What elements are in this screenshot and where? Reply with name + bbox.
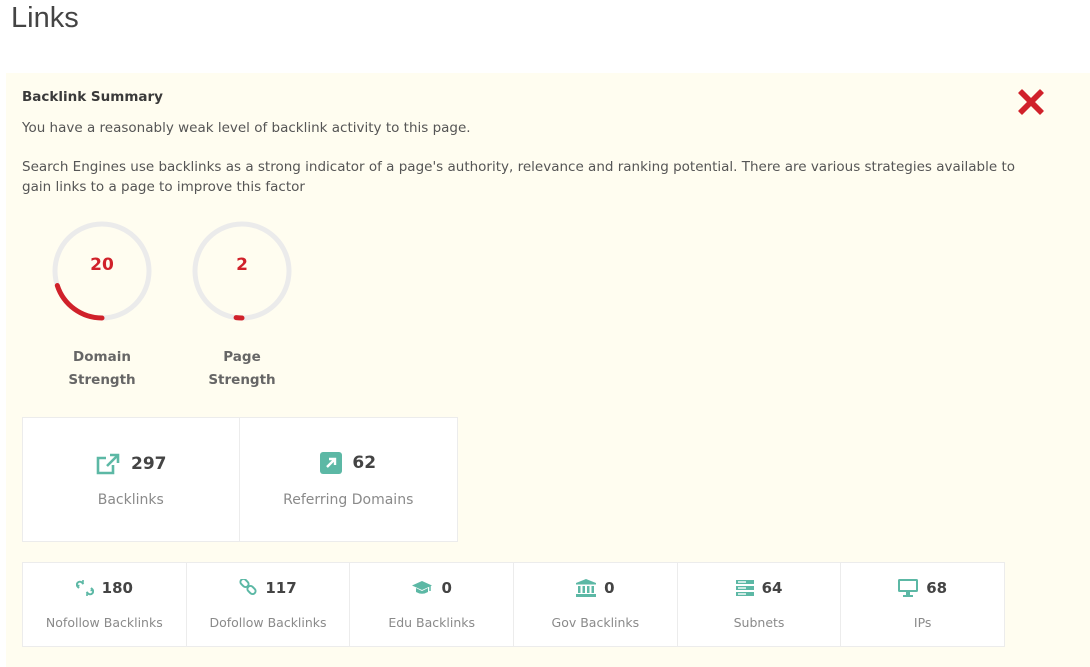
backlinks-label: Backlinks (97, 492, 164, 508)
stat-card-ips[interactable]: 68 IPs (841, 563, 1004, 646)
stat-card-nofollow[interactable]: 180 Nofollow Backlinks (23, 563, 187, 646)
stat-card-gov[interactable]: 0 Gov Backlinks (514, 563, 678, 646)
edu-count: 0 (441, 579, 452, 597)
dofollow-count: 117 (265, 579, 297, 597)
summary-title: Backlink Summary (22, 89, 163, 105)
summary-description: Search Engines use backlinks as a strong… (22, 159, 1015, 195)
ips-label: IPs (913, 615, 932, 630)
subnets-count: 64 (761, 579, 783, 597)
domain-strength-arc (54, 283, 105, 321)
page-strength-value: 2 (236, 255, 248, 275)
page-strength-label-line1: Page (223, 349, 261, 365)
domain-strength-label: Domain Strength (37, 346, 167, 392)
referring-domains-count: 62 (352, 453, 377, 473)
domain-strength-value: 20 (90, 255, 114, 275)
subnets-label: Subnets (733, 615, 785, 630)
stat-card-dofollow[interactable]: 117 Dofollow Backlinks (187, 563, 351, 646)
external-link-icon (95, 452, 121, 476)
bank-icon (576, 579, 597, 597)
primary-stats: 297 Backlinks 62 Referring Domains (22, 417, 458, 542)
stat-card-edu[interactable]: 0 Edu Backlinks (350, 563, 515, 646)
close-icon[interactable] (1013, 84, 1049, 120)
backlink-summary-panel: Backlink Summary You have a reasonably w… (6, 73, 1090, 667)
graduation-cap-icon (411, 580, 433, 596)
server-icon (735, 580, 754, 596)
ips-count: 68 (926, 579, 948, 597)
stat-card-backlinks[interactable]: 297 Backlinks (23, 418, 240, 541)
domain-strength-label-line2: Strength (68, 372, 136, 388)
nofollow-label: Nofollow Backlinks (45, 615, 163, 630)
stat-card-subnets[interactable]: 64 Subnets (678, 563, 842, 646)
edu-label: Edu Backlinks (388, 615, 476, 630)
monitor-icon (898, 579, 919, 597)
secondary-stats: 180 Nofollow Backlinks 117 Dofollow Back… (22, 562, 1005, 647)
dofollow-label: Dofollow Backlinks (209, 615, 327, 630)
domain-strength-gauge: 20 (50, 219, 154, 323)
nofollow-count: 180 (101, 579, 133, 597)
link-icon (239, 577, 257, 597)
page-title: Links (11, 2, 79, 34)
page-strength-label: Page Strength (177, 346, 307, 392)
gov-count: 0 (604, 579, 615, 597)
domain-strength-label-line1: Domain (73, 349, 131, 365)
backlinks-count: 297 (131, 454, 167, 474)
broken-link-icon (75, 579, 94, 597)
arrow-up-right-square-icon (320, 452, 343, 474)
referring-domains-label: Referring Domains (283, 492, 414, 508)
page-strength-label-line2: Strength (208, 372, 276, 388)
summary-status-text: You have a reasonably weak level of back… (22, 120, 471, 136)
stat-card-referring-domains[interactable]: 62 Referring Domains (240, 418, 458, 541)
page-strength-gauge: 2 (190, 219, 294, 323)
gov-label: Gov Backlinks (551, 615, 640, 630)
